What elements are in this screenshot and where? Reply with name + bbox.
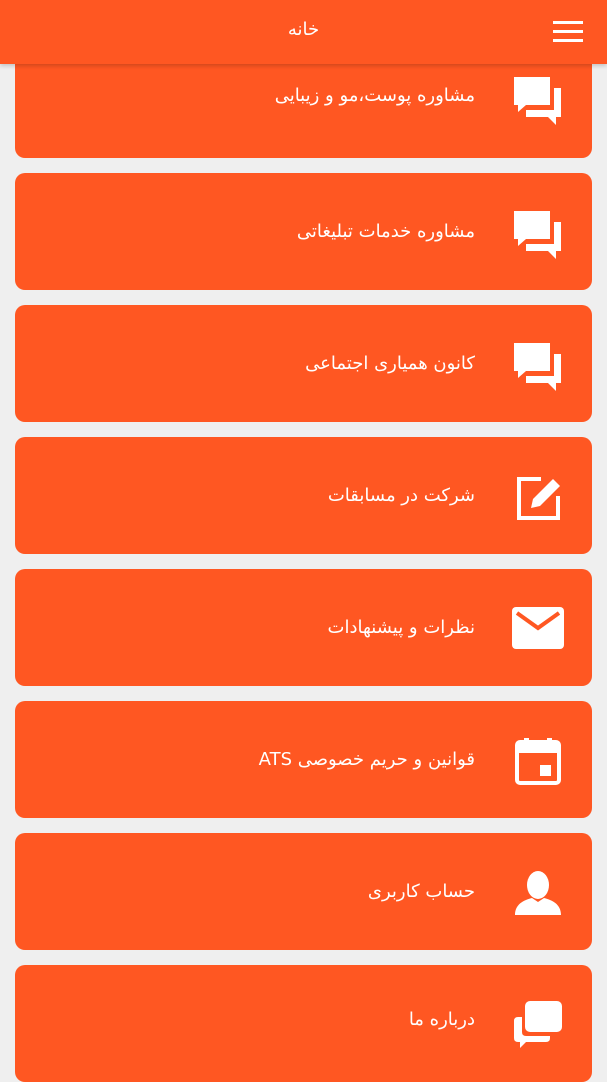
menu-item-user-account[interactable]: حساب کاربری (15, 833, 592, 950)
conversation-icon (512, 998, 564, 1050)
menu-item-label: حساب کاربری (367, 881, 475, 902)
app-bar: خانه (0, 0, 607, 64)
mail-icon (512, 607, 564, 659)
page-title: خانه (287, 19, 320, 40)
menu-item-social-cooperation-center[interactable]: کانون همیاری اجتماعی (15, 305, 592, 422)
menu-button[interactable] (553, 20, 585, 44)
menu-item-label: قوانین و حریم خصوصی ATS (258, 749, 475, 770)
chat-bubbles-icon (512, 209, 564, 261)
hamburger-menu-icon (553, 21, 583, 42)
chat-bubbles-icon (512, 341, 564, 393)
menu-item-label: کانون همیاری اجتماعی (305, 353, 475, 374)
menu-item-about-us[interactable]: درباره ما (15, 965, 592, 1082)
menu-item-label: شرکت در مسابقات (327, 485, 475, 506)
calendar-icon (512, 737, 564, 789)
menu-item-label: درباره ما (408, 1009, 475, 1030)
menu-item-advertising-consulting[interactable]: مشاوره خدمات تبلیغاتی (15, 173, 592, 290)
menu-item-label: مشاوره خدمات تبلیغاتی (296, 221, 475, 242)
menu-item-feedback-suggestions[interactable]: نظرات و پیشنهادات (15, 569, 592, 686)
chat-bubbles-icon (512, 75, 564, 127)
menu-item-competitions[interactable]: شرکت در مسابقات (15, 437, 592, 554)
menu-item-label: نظرات و پیشنهادات (327, 617, 475, 638)
menu-list: مشاوره پوست،مو و زیبایی مشاوره خدمات تبل… (0, 0, 607, 1082)
edit-icon (512, 472, 564, 524)
person-icon (512, 869, 564, 921)
menu-item-terms-privacy[interactable]: قوانین و حریم خصوصی ATS (15, 701, 592, 818)
